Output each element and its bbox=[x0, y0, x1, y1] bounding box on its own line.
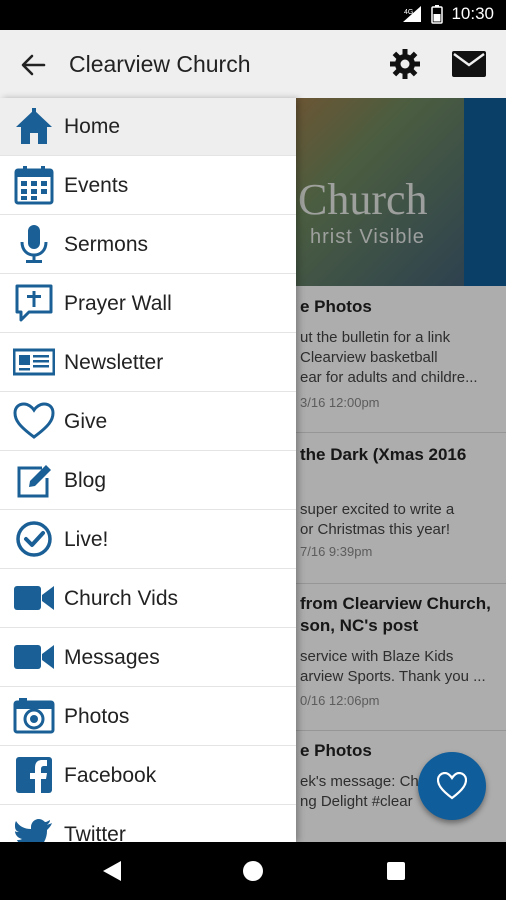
heart-icon bbox=[437, 772, 467, 800]
twitter-icon bbox=[13, 813, 55, 842]
menu-item-label: Prayer Wall bbox=[64, 291, 172, 315]
menu-item-messages[interactable]: Messages bbox=[0, 629, 296, 687]
menu-item-label: Events bbox=[64, 173, 129, 197]
nav-back-button[interactable] bbox=[97, 856, 127, 886]
triangle-back-icon bbox=[103, 861, 121, 881]
menu-item-sermons[interactable]: Sermons bbox=[0, 216, 296, 274]
menu-item-church-vids[interactable]: Church Vids bbox=[0, 570, 296, 628]
menu-item-photos[interactable]: Photos bbox=[0, 688, 296, 746]
nav-home-button[interactable] bbox=[238, 856, 268, 886]
heart-icon bbox=[13, 400, 55, 442]
system-nav-bar bbox=[0, 842, 506, 900]
check-circle-icon bbox=[13, 518, 55, 560]
menu-item-events[interactable]: Events bbox=[0, 157, 296, 215]
status-time: 10:30 bbox=[451, 4, 494, 23]
arrow-back-icon bbox=[21, 54, 46, 76]
mail-icon bbox=[452, 51, 486, 77]
menu-item-label: Sermons bbox=[64, 232, 149, 256]
mail-button[interactable] bbox=[451, 50, 487, 78]
menu-item-label: Photos bbox=[64, 704, 130, 728]
video-camera-icon bbox=[13, 577, 55, 619]
gear-icon bbox=[390, 49, 420, 79]
battery-icon bbox=[431, 5, 444, 24]
menu-item-home[interactable]: Home bbox=[0, 98, 296, 156]
menu-item-label: Live! bbox=[64, 527, 109, 551]
settings-button[interactable] bbox=[389, 48, 421, 80]
square-recents-icon bbox=[387, 862, 405, 880]
facebook-icon bbox=[13, 754, 55, 796]
menu-item-label: Church Vids bbox=[64, 586, 179, 610]
menu-item-label: Home bbox=[64, 114, 121, 138]
edit-icon bbox=[13, 459, 55, 501]
menu-item-newsletter[interactable]: Newsletter bbox=[0, 334, 296, 392]
back-button[interactable] bbox=[18, 50, 48, 80]
prayer-bubble-icon bbox=[13, 282, 55, 324]
menu-item-prayer-wall[interactable]: Prayer Wall bbox=[0, 275, 296, 333]
menu-item-label: Messages bbox=[64, 645, 160, 669]
home-icon bbox=[13, 105, 55, 147]
menu-item-blog[interactable]: Blog bbox=[0, 452, 296, 510]
menu-item-label: Newsletter bbox=[64, 350, 164, 374]
menu-item-label: Twitter bbox=[64, 823, 126, 842]
camera-icon bbox=[13, 695, 55, 737]
signal-icon: 4G bbox=[403, 6, 422, 22]
menu-item-twitter[interactable]: Twitter bbox=[0, 806, 296, 842]
newspaper-icon bbox=[13, 341, 55, 383]
status-bar: 4G 10:30 bbox=[0, 0, 506, 30]
calendar-icon bbox=[13, 164, 55, 206]
app-bar: Clearview Church bbox=[0, 30, 506, 98]
menu-item-label: Blog bbox=[64, 468, 107, 492]
menu-item-facebook[interactable]: Facebook bbox=[0, 747, 296, 805]
give-fab-button[interactable] bbox=[418, 752, 486, 820]
video-camera-icon bbox=[13, 636, 55, 678]
microphone-icon bbox=[13, 223, 55, 265]
navigation-drawer: Home Events Sermons Prayer Wall Newslett… bbox=[0, 98, 296, 842]
menu-item-label: Facebook bbox=[64, 763, 157, 787]
menu-item-live[interactable]: Live! bbox=[0, 511, 296, 569]
menu-item-give[interactable]: Give bbox=[0, 393, 296, 451]
circle-home-icon bbox=[243, 861, 263, 881]
page-title: Clearview Church bbox=[69, 51, 251, 77]
menu-item-label: Give bbox=[64, 409, 108, 433]
svg-text:4G: 4G bbox=[404, 9, 413, 16]
nav-recents-button[interactable] bbox=[381, 856, 411, 886]
